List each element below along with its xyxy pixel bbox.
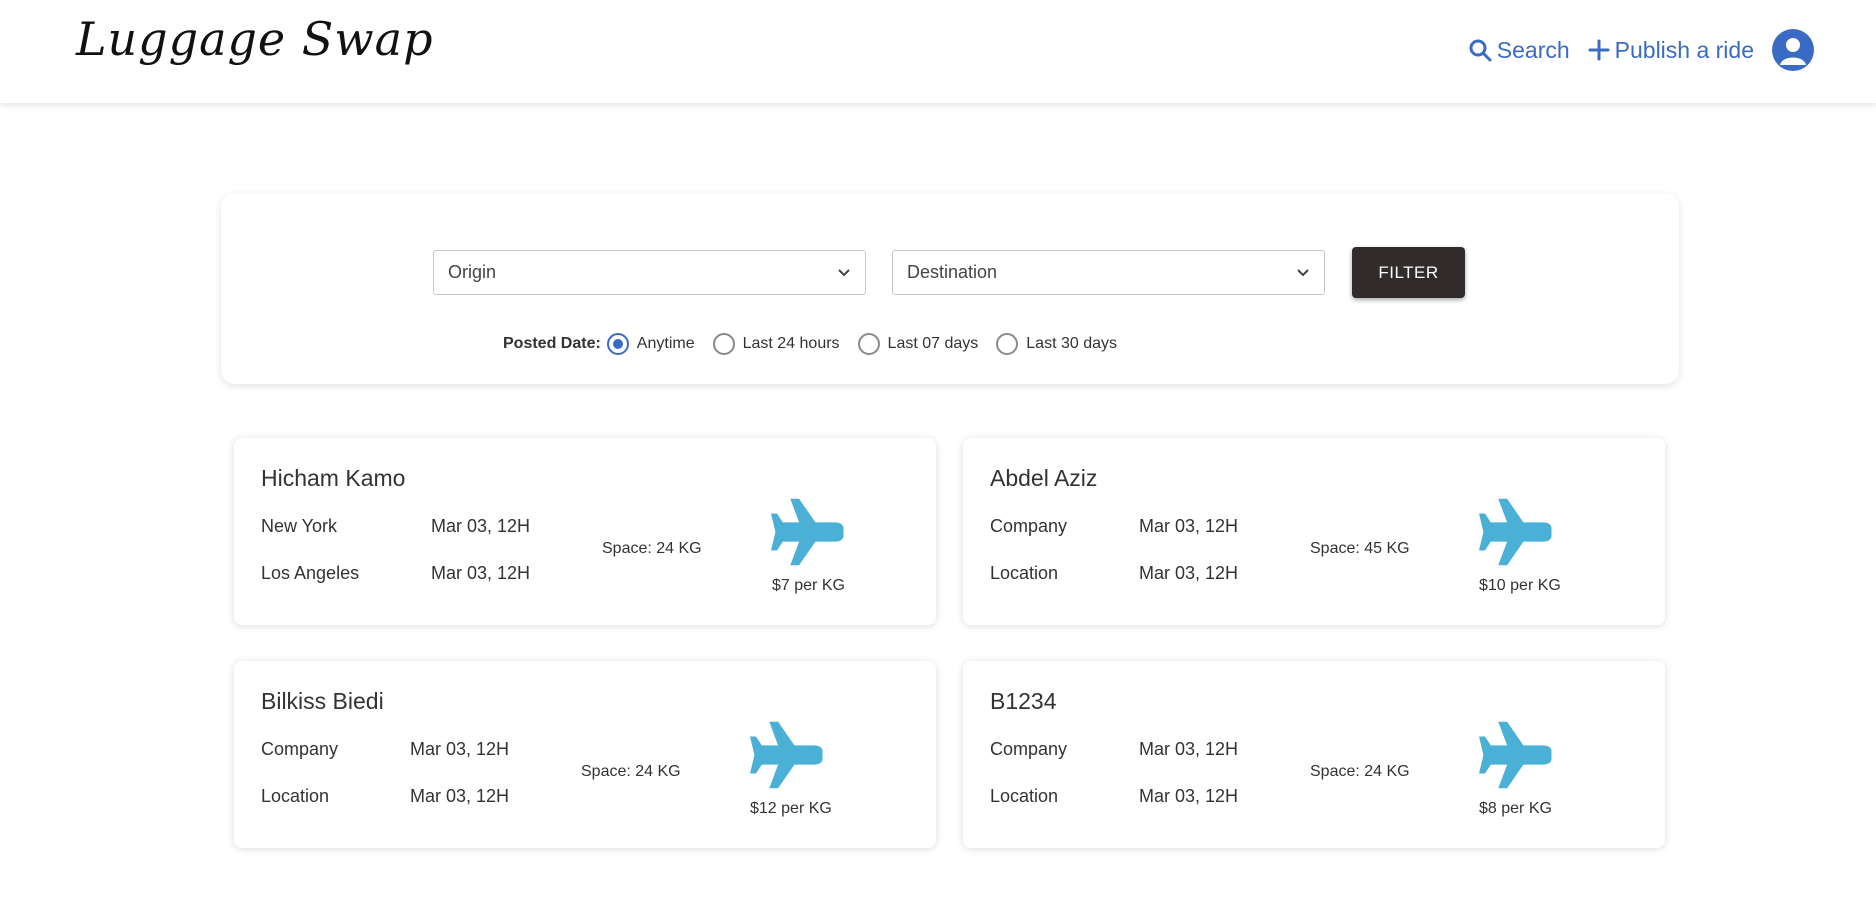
radio-label: Last 30 days [1026,335,1118,352]
ride-space: Space: 45 KG [1310,540,1410,557]
ride-card[interactable]: Bilkiss Biedi Company Mar 03, 12H Locati… [234,661,936,848]
ride-destination: Los Angeles [261,563,360,583]
ride-arrival-date: Mar 03, 12H [1139,786,1239,806]
ride-arrival-date: Mar 03, 12H [410,786,510,806]
site-logo[interactable]: Luggage Swap [76,12,434,66]
airplane-icon [1479,498,1552,566]
ride-price: $7 per KG [772,577,845,594]
radio-button[interactable] [712,333,735,355]
radio-anytime[interactable]: Anytime [606,333,695,355]
ride-card[interactable]: Hicham Kamo New York Mar 03, 12H Los Ang… [234,438,936,625]
posted-date-filter: Posted Date: Anytime Last 24 hours Last … [503,333,1135,355]
ride-origin: Company [990,516,1068,536]
search-icon [1469,39,1492,62]
top-navbar: Luggage Swap Search Publish a ride [0,0,1876,103]
ride-departure-date: Mar 03, 12H [1139,516,1239,536]
ride-price: $8 per KG [1479,800,1552,817]
publish-label: Publish a ride [1614,36,1754,63]
radio-button-selected[interactable] [606,333,629,355]
ride-origin: New York [261,516,338,536]
nav-links: Search Publish a ride [1450,28,1814,72]
ride-origin: Company [990,739,1068,759]
driver-name: Hicham Kamo [261,465,406,491]
plus-icon [1588,39,1610,61]
radio-label: Last 24 hours [742,335,840,352]
ride-space: Space: 24 KG [1310,763,1410,780]
driver-name: Bilkiss Biedi [261,688,384,714]
ride-price: $12 per KG [750,800,832,817]
radio-last-07-days[interactable]: Last 07 days [857,333,979,355]
filter-button[interactable]: FILTER [1352,247,1465,298]
ride-arrival-date: Mar 03, 12H [431,563,531,583]
search-label: Search [1496,36,1570,63]
user-silhouette-icon [1780,38,1806,65]
ride-card[interactable]: Abdel Aziz Company Mar 03, 12H Location … [963,438,1665,625]
posted-date-label: Posted Date: [503,335,601,352]
radio-button[interactable] [857,333,880,355]
ride-origin: Company [261,739,339,759]
ride-destination: Location [261,786,330,806]
filter-panel: Origin Destination FILTER Posted Date: A… [221,193,1679,384]
destination-select-value: Destination [907,262,998,282]
radio-last-30-days[interactable]: Last 30 days [996,333,1117,355]
chevron-down-icon [838,268,850,276]
publish-ride-link[interactable]: Publish a ride [1588,37,1754,64]
airplane-icon [1479,721,1552,789]
ride-space: Space: 24 KG [602,540,702,557]
ride-destination: Location [990,563,1059,583]
driver-name: B1234 [990,688,1057,714]
ride-price: $10 per KG [1479,577,1561,594]
ride-space: Space: 24 KG [581,763,681,780]
radio-last-24-hours[interactable]: Last 24 hours [712,333,840,355]
ride-departure-date: Mar 03, 12H [1139,739,1239,759]
origin-select[interactable]: Origin [433,250,866,295]
driver-name: Abdel Aziz [990,465,1098,491]
ride-destination: Location [990,786,1059,806]
search-link[interactable]: Search [1468,37,1570,64]
radio-label: Last 07 days [887,335,979,352]
destination-select[interactable]: Destination [892,250,1325,295]
ride-departure-date: Mar 03, 12H [431,516,531,536]
ride-departure-date: Mar 03, 12H [410,739,510,759]
airplane-icon [771,498,844,566]
origin-select-value: Origin [448,262,497,282]
user-avatar-icon[interactable] [1772,29,1814,71]
airplane-icon [750,721,823,789]
chevron-down-icon [1297,268,1309,276]
ride-card[interactable]: B1234 Company Mar 03, 12H Location Mar 0… [963,661,1665,848]
radio-label: Anytime [636,335,695,352]
ride-arrival-date: Mar 03, 12H [1139,563,1239,583]
radio-button[interactable] [996,333,1019,355]
